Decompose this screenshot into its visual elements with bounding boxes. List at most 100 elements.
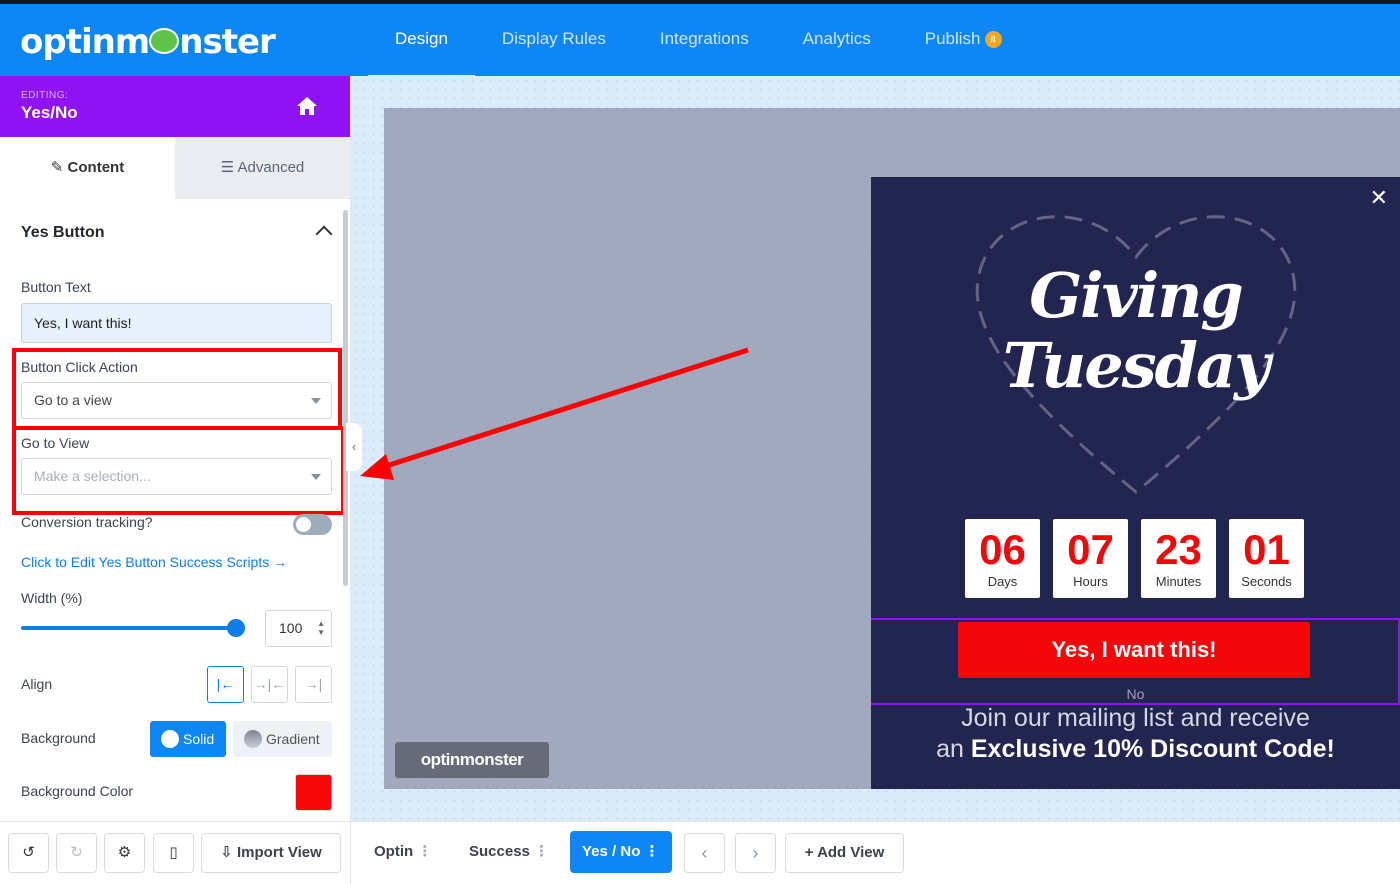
promo-bold: Exclusive 10% Discount Code! [970, 735, 1335, 763]
editing-label: EDITING: [21, 90, 69, 101]
bg-gradient-button[interactable]: Gradient [233, 721, 332, 757]
annotation-arrow [360, 347, 749, 480]
mobile-preview-button[interactable]: ▯ [153, 833, 194, 873]
main-nav: Design Display Rules Integrations Analyt… [368, 4, 1029, 78]
sidebar-footer: ↺ ↻ ⚙ ▯ ⇩ Import View [0, 821, 351, 884]
campaign-popup: ✕ Giving Tuesday 06 Days 07 Hours 23 Minute… [871, 177, 1400, 789]
prev-view-button[interactable]: ‹ [684, 833, 725, 873]
radio-icon [161, 730, 179, 748]
width-value: 100 [279, 620, 303, 636]
add-view-button[interactable]: + Add View [785, 833, 904, 873]
countdown-hours: 07 Hours [1053, 519, 1128, 598]
import-view-label: Import View [237, 844, 322, 861]
button-text-label: Button Text [21, 279, 91, 295]
pause-icon: II [984, 31, 1002, 49]
width-number-input[interactable]: 100 ▲ ▼ [265, 610, 332, 647]
popup-title-line1: Giving [1029, 259, 1244, 332]
bg-solid-button[interactable]: Solid [150, 721, 226, 757]
countdown-value: 01 [1243, 526, 1290, 573]
promo-line2: an Exclusive 10% Discount Code! [871, 734, 1400, 765]
home-icon[interactable] [296, 96, 318, 116]
bg-color-swatch[interactable] [295, 774, 332, 811]
import-view-button[interactable]: ⇩ Import View [201, 833, 341, 873]
conversion-label: Conversion tracking? [21, 514, 153, 530]
countdown-unit: Hours [1073, 574, 1108, 589]
kebab-icon[interactable]: ⋮ [534, 843, 549, 860]
view-tab-yes-no[interactable]: Yes / No ⋮ [570, 831, 672, 873]
countdown-value: 23 [1155, 526, 1202, 573]
import-icon: ⇩ [220, 844, 237, 861]
tab-advanced[interactable]: ☰ Advanced [175, 137, 350, 199]
highlight-box-go-to-view [12, 426, 345, 515]
tab-advanced-label: Advanced [237, 159, 305, 176]
redo-button[interactable]: ↻ [56, 833, 97, 873]
bg-color-label: Background Color [21, 783, 134, 799]
view-tab-label: Success [469, 843, 530, 860]
kebab-icon[interactable]: ⋮ [645, 843, 660, 860]
promo-prefix: an [936, 735, 964, 763]
countdown-unit: Seconds [1241, 574, 1292, 589]
content-tabs: ✎ Content ☰ Advanced [0, 137, 350, 199]
pencil-icon: ✎ [50, 159, 68, 176]
gear-icon: ⚙ [117, 844, 132, 861]
optinmonster-badge[interactable]: optinmonster [395, 742, 549, 778]
conversion-toggle[interactable] [293, 514, 332, 535]
close-icon[interactable]: ✕ [1370, 185, 1388, 211]
gradient-icon [244, 730, 262, 748]
yes-button[interactable]: Yes, I want this! [958, 622, 1310, 678]
align-label: Align [21, 676, 53, 692]
background-label: Background [21, 730, 96, 746]
tab-integrations[interactable]: Integrations [633, 4, 776, 76]
align-right-button[interactable]: →| [295, 666, 332, 703]
undo-icon: ↺ [22, 844, 35, 861]
settings-button[interactable]: ⚙ [104, 833, 145, 873]
mobile-icon: ▯ [169, 844, 178, 861]
highlight-box-click-action [12, 348, 342, 430]
editing-header: EDITING: Yes/No [0, 76, 350, 137]
promo-line1: Join our mailing list and receive [961, 704, 1310, 732]
align-center-button[interactable]: →|← [251, 666, 288, 703]
countdown-minutes: 23 Minutes [1141, 519, 1216, 598]
redo-icon: ↻ [70, 844, 83, 861]
width-slider-handle[interactable] [227, 619, 245, 637]
add-view-label: Add View [817, 844, 885, 861]
views-bar: Optin ⋮ Success ⋮ Yes / No ⋮ ‹ › + Add V… [351, 821, 1400, 884]
optinmonster-logo[interactable]: optinm nster [20, 22, 276, 62]
tab-display-rules[interactable]: Display Rules [475, 4, 633, 76]
next-view-button[interactable]: › [735, 833, 776, 873]
undo-button[interactable]: ↺ [8, 833, 49, 873]
publish-label: Publish [924, 29, 981, 48]
chevron-left-icon: ‹ [701, 843, 708, 863]
tab-publish[interactable]: Publish II [898, 4, 1029, 76]
chevron-up-icon[interactable] [315, 225, 333, 243]
view-tab-success[interactable]: Success ⋮ [469, 831, 549, 873]
sliders-icon: ☰ [220, 159, 238, 176]
bg-solid-label: Solid [183, 731, 215, 747]
no-link[interactable]: No [871, 686, 1400, 702]
view-tab-label: Yes / No [582, 843, 641, 860]
top-nav-bar: optinm nster Design Display Rules Integra… [0, 0, 1400, 78]
tab-analytics[interactable]: Analytics [776, 4, 898, 76]
spinner-icon[interactable]: ▲ ▼ [317, 619, 325, 637]
countdown-seconds: 01 Seconds [1229, 519, 1304, 598]
editor-sidebar: EDITING: Yes/No ✎ Content ☰ Advanced Yes… [0, 76, 351, 821]
countdown-days: 06 Days [965, 519, 1040, 598]
countdown-unit: Days [987, 574, 1018, 589]
align-left-button[interactable]: |← [207, 666, 244, 703]
view-tab-optin[interactable]: Optin ⋮ [374, 831, 432, 873]
countdown-unit: Minutes [1155, 574, 1202, 589]
editing-value: Yes/No [21, 103, 78, 122]
countdown-value: 06 [979, 526, 1026, 573]
kebab-icon[interactable]: ⋮ [417, 843, 432, 860]
success-scripts-link[interactable]: Click to Edit Yes Button Success Scripts… [21, 554, 287, 570]
tab-design[interactable]: Design [368, 4, 475, 78]
width-slider-track[interactable] [21, 626, 236, 630]
button-text-input[interactable]: Yes, I want this! [21, 303, 332, 343]
tab-content[interactable]: ✎ Content [0, 137, 175, 199]
bg-gradient-label: Gradient [266, 731, 320, 747]
section-title: Yes Button [21, 224, 105, 241]
countdown-value: 07 [1067, 526, 1114, 573]
chevron-right-icon: › [752, 843, 759, 863]
view-tab-label: Optin [374, 843, 414, 860]
plus-icon: + [804, 844, 818, 861]
